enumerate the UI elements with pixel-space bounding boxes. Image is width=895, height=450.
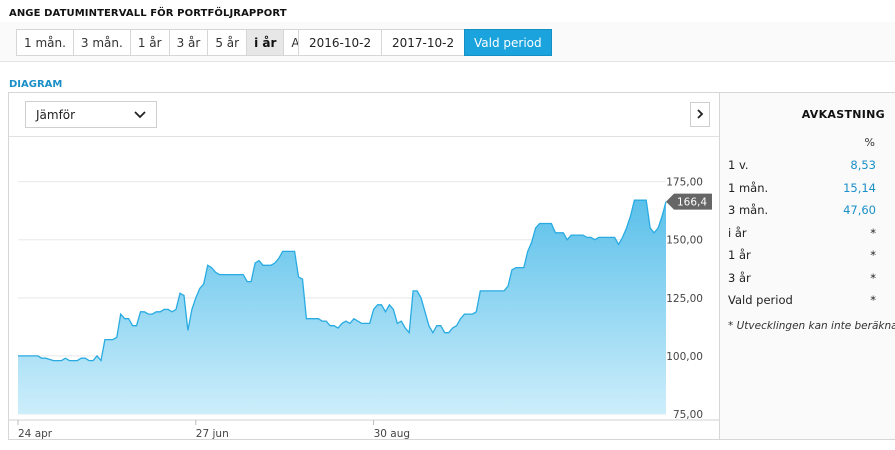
area-fill	[18, 200, 666, 414]
y-tick-label: 175,00	[666, 177, 703, 189]
y-tick-label: 125,00	[666, 293, 703, 305]
returns-row-value: *	[870, 293, 876, 307]
period-button[interactable]: 3 mån.	[74, 30, 131, 55]
last-value-label: 166,4	[677, 197, 707, 209]
x-tick-label: 24 apr	[18, 428, 53, 440]
returns-row-value: *	[870, 225, 876, 240]
returns-row-label: 1 mån.	[728, 180, 769, 195]
chevron-down-icon	[134, 108, 146, 122]
period-button-group: 1 mån.3 mån.1 år3 år5 åri årAllt	[16, 29, 319, 56]
returns-row-value: 15,14	[843, 180, 876, 195]
returns-row-label: 1 v.	[728, 158, 749, 172]
period-button[interactable]: i år	[247, 30, 285, 55]
x-tick-label: 30 aug	[374, 428, 410, 440]
date-range: Vald period	[298, 29, 552, 56]
returns-row-label: Vald period	[728, 293, 793, 307]
compare-dropdown-label: Jämför	[36, 107, 76, 122]
y-tick-label: 100,00	[666, 351, 703, 363]
returns-footnote: * Utvecklingen kan inte beräknas för ang…	[728, 320, 895, 332]
date-from-input[interactable]	[298, 29, 381, 56]
returns-row-value: *	[870, 248, 876, 262]
returns-title: AVKASTNING	[801, 108, 885, 121]
returns-unit: %	[864, 136, 875, 149]
returns-row: 3 år *	[728, 271, 876, 289]
returns-row-value: 47,60	[843, 203, 876, 217]
returns-row: Vald period *	[728, 293, 876, 311]
returns-row-value: *	[870, 270, 876, 285]
returns-panel: AVKASTNING % 1 v. 8,53 1 mån. 15,14 3 mån. 47…	[719, 92, 895, 440]
y-tick-label: 150,00	[666, 235, 703, 247]
returns-row-label: 3 mån.	[728, 203, 769, 217]
chart-panel: Jämför 75,00 100,00 125,00 150,00 175,00 24 a…	[8, 92, 719, 440]
returns-row-label: 1 år	[728, 248, 751, 262]
chevron-right-icon	[696, 108, 704, 122]
returns-row: 1 år *	[728, 248, 876, 266]
period-button[interactable]: 1 år	[131, 30, 170, 55]
diagram-title: DIAGRAM	[9, 79, 63, 90]
returns-row-value: 8,53	[850, 158, 876, 172]
returns-row: i år *	[728, 226, 876, 244]
returns-row: 1 mån. 15,14	[728, 181, 876, 199]
compare-dropdown[interactable]: Jämför	[25, 101, 157, 128]
portfolio-area-chart: 75,00 100,00 125,00 150,00 175,00 24 apr 27 ju…	[9, 177, 719, 440]
returns-row: 1 v. 8,53	[728, 158, 876, 176]
period-button[interactable]: 5 år	[208, 30, 248, 55]
y-tick-label: 75,00	[673, 409, 703, 421]
period-button[interactable]: 3 år	[170, 30, 209, 55]
returns-row-label: i år	[728, 225, 747, 240]
x-tick-label: 27 jun	[196, 428, 229, 440]
date-to-input[interactable]	[381, 29, 464, 56]
apply-period-button[interactable]: Vald period	[464, 29, 552, 56]
expand-panel-button[interactable]	[690, 102, 710, 127]
returns-row-label: 3 år	[728, 270, 751, 285]
period-button[interactable]: 1 mån.	[17, 30, 74, 55]
chart-header: Jämför	[9, 93, 719, 137]
report-period-title: ANGE DATUMINTERVALL FÖR PORTFÖLJRAPPORT	[9, 8, 287, 19]
returns-row: 3 mån. 47,60	[728, 203, 876, 221]
